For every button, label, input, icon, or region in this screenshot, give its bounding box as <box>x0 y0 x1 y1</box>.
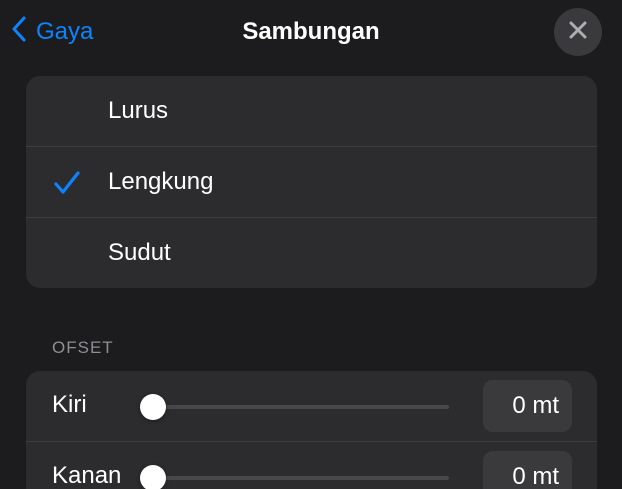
offset-right-label: Kanan <box>52 462 122 489</box>
slider-thumb[interactable] <box>140 465 166 489</box>
close-icon <box>568 20 588 45</box>
option-label: Lengkung <box>108 168 214 195</box>
option-lurus[interactable]: Lurus <box>26 76 597 146</box>
offset-right-value-field[interactable]: 0 mt <box>483 451 572 489</box>
checkmark-icon <box>53 169 81 197</box>
connection-style-panel: Gaya Sambungan Lurus Lengkung Sudut OFSE… <box>0 0 622 489</box>
offset-right-slider[interactable] <box>140 465 449 489</box>
offset-row-right: Kanan 0 mt <box>26 441 597 489</box>
offset-left-value-field[interactable]: 0 mt <box>483 380 572 432</box>
page-title: Sambungan <box>242 18 380 45</box>
connection-type-list: Lurus Lengkung Sudut <box>26 76 597 288</box>
offset-row-left: Kiri 0 mt <box>26 371 597 441</box>
close-button[interactable] <box>554 8 602 56</box>
slider-thumb[interactable] <box>140 394 166 420</box>
option-label: Lurus <box>108 97 169 124</box>
offset-controls: Kiri 0 mt Kanan 0 mt <box>26 371 597 489</box>
header: Gaya Sambungan <box>0 0 622 64</box>
option-lengkung[interactable]: Lengkung <box>26 146 597 217</box>
option-sudut[interactable]: Sudut <box>26 217 597 288</box>
offset-left-label: Kiri <box>52 391 87 418</box>
option-label: Sudut <box>108 239 171 266</box>
offset-left-slider[interactable] <box>140 394 449 420</box>
offset-section-label: OFSET <box>52 338 114 357</box>
